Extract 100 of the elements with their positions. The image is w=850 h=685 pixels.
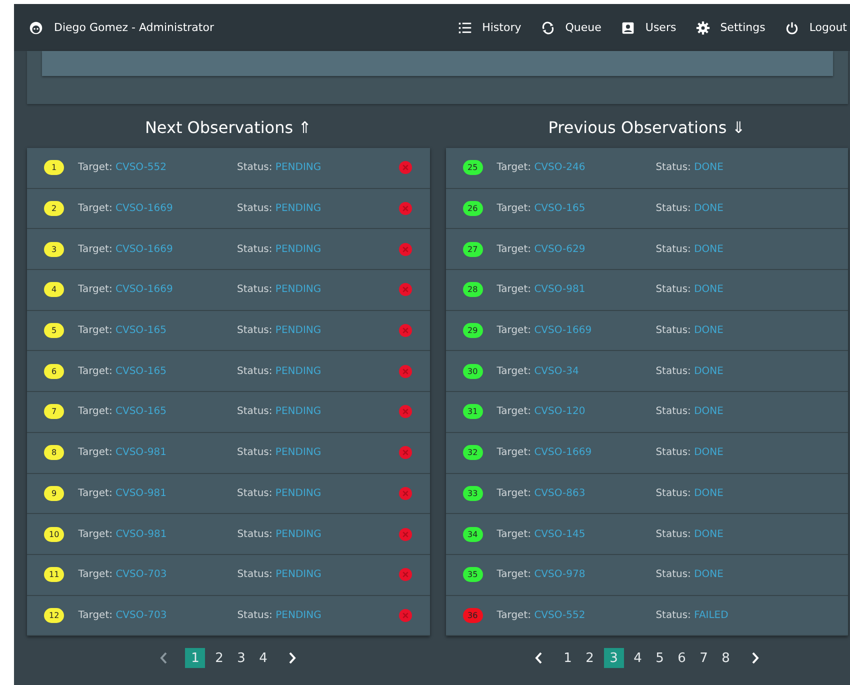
status-label: Status: (656, 244, 691, 255)
observation-row[interactable]: 33 Target: CVSO-863 Status: DONE (446, 474, 848, 514)
nav-link[interactable]: Users (621, 20, 676, 34)
observation-row[interactable]: 9 Target: CVSO-981 Status: PENDING (27, 474, 430, 514)
number-badge: 31 (462, 404, 483, 420)
number-badge: 10 (44, 526, 64, 542)
target-value: CVSO-981 (116, 488, 167, 499)
observation-row[interactable]: 7 Target: CVSO-165 Status: PENDING (27, 392, 430, 433)
observation-row[interactable]: 4 Target: CVSO-1669 Status: PENDING (27, 270, 430, 311)
status-value: DONE (694, 528, 724, 540)
observation-row[interactable]: 27 Target: CVSO-629 Status: DONE (446, 229, 848, 270)
cancel-icon[interactable] (398, 202, 412, 216)
cancel-icon[interactable] (398, 608, 412, 622)
nav-link[interactable]: History (458, 20, 522, 34)
nav-link[interactable]: Logout (785, 20, 847, 34)
target-label: Target: (78, 406, 112, 418)
target-label: Target: (78, 610, 112, 621)
observation-row[interactable]: 6 Target: CVSO-165 Status: PENDING (27, 351, 430, 392)
page-button[interactable]: 6 (674, 648, 690, 668)
target-label: Target: (78, 447, 112, 458)
target-label: Target: (496, 528, 531, 540)
number-badge: 8 (44, 445, 64, 460)
target-value: CVSO-246 (534, 162, 586, 174)
contact-icon (621, 20, 636, 34)
target-label: Target: (496, 488, 531, 499)
observation-row[interactable]: 2 Target: CVSO-1669 Status: PENDING (27, 188, 430, 230)
target-value: CVSO-703 (116, 610, 167, 621)
status-label: Status: (656, 325, 691, 336)
cancel-icon[interactable] (398, 283, 412, 296)
status-label: Status: (237, 406, 272, 418)
page-button[interactable]: 4 (255, 648, 272, 668)
cancel-icon[interactable] (398, 486, 412, 500)
number-badge: 35 (462, 567, 483, 582)
cancel-icon[interactable] (398, 446, 412, 460)
previous-page-icon[interactable] (534, 651, 544, 666)
observation-row[interactable]: 32 Target: CVSO-1669 Status: DONE (446, 432, 848, 474)
target-label: Target: (496, 569, 531, 580)
status-label: Status: (656, 488, 691, 499)
target-label: Target: (496, 284, 531, 296)
status-label: Status: (237, 366, 272, 377)
status-value: PENDING (275, 244, 322, 255)
status-value: PENDING (276, 610, 322, 621)
observation-row[interactable]: 11 Target: CVSO-703 Status: PENDING (27, 554, 430, 596)
number-badge: 25 (462, 160, 483, 176)
status-value: DONE (694, 366, 724, 377)
observation-row[interactable]: 10 Target: CVSO-981 Status: PENDING (27, 514, 430, 555)
observation-row[interactable]: 34 Target: CVSO-145 Status: DONE (446, 514, 848, 555)
status-label: Status: (237, 162, 272, 174)
page-button[interactable]: 1 (560, 648, 576, 668)
observation-row[interactable]: 28 Target: CVSO-981 Status: DONE (446, 270, 848, 311)
observation-row[interactable]: 36 Target: CVSO-552 Status: FAILED (446, 596, 848, 636)
page-button[interactable]: 7 (696, 648, 712, 668)
status-value: DONE (694, 244, 724, 255)
target-value: CVSO-552 (534, 610, 586, 621)
target-label: Target: (78, 488, 112, 499)
cancel-icon[interactable] (398, 161, 412, 174)
cancel-icon[interactable] (398, 405, 412, 418)
cancel-icon[interactable] (398, 568, 412, 582)
observation-row[interactable]: 35 Target: CVSO-978 Status: DONE (446, 554, 848, 596)
target-value: CVSO-1669 (116, 284, 173, 296)
page-button[interactable]: 4 (630, 648, 646, 668)
page-button[interactable]: 5 (652, 648, 668, 668)
observation-row[interactable]: 5 Target: CVSO-165 Status: PENDING (27, 310, 430, 352)
cancel-icon[interactable] (398, 242, 412, 256)
target-value: CVSO-552 (116, 162, 167, 174)
status-label: Status: (237, 610, 272, 621)
page-button[interactable]: 3 (233, 648, 250, 668)
status-value: PENDING (275, 366, 322, 377)
observation-row[interactable]: 29 Target: CVSO-1669 Status: DONE (446, 310, 848, 352)
observation-row[interactable]: 31 Target: CVSO-120 Status: DONE (446, 392, 848, 433)
observation-row[interactable]: 3 Target: CVSO-1669 Status: PENDING (27, 229, 430, 270)
next-page-icon[interactable] (750, 651, 760, 666)
list-icon (458, 20, 472, 34)
target-label: Target: (496, 406, 531, 418)
target-label: Target: (78, 528, 112, 540)
next-page-icon[interactable] (287, 651, 298, 666)
status-label: Status: (237, 447, 272, 458)
status-value: FAILED (694, 610, 728, 621)
cancel-icon[interactable] (398, 364, 412, 378)
target-value: CVSO-34 (534, 366, 579, 377)
cancel-icon[interactable] (398, 528, 412, 541)
cancel-icon[interactable] (398, 324, 412, 338)
status-label: Status: (237, 569, 272, 580)
observation-row[interactable]: 26 Target: CVSO-165 Status: DONE (446, 188, 848, 230)
target-value: CVSO-629 (534, 244, 586, 255)
page-button[interactable]: 2 (582, 648, 598, 668)
face-icon (29, 20, 43, 34)
nav-link[interactable]: Queue (541, 20, 602, 34)
observation-row[interactable]: 8 Target: CVSO-981 Status: PENDING (27, 432, 430, 474)
nav-link[interactable]: Settings (696, 20, 766, 34)
observation-row[interactable]: 12 Target: CVSO-703 Status: PENDING (27, 596, 430, 636)
target-label: Target: (496, 203, 531, 214)
target-value: CVSO-703 (116, 569, 167, 580)
observation-row[interactable]: 30 Target: CVSO-34 Status: DONE (446, 351, 848, 392)
target-label: Target: (78, 203, 112, 214)
observation-row[interactable]: 25 Target: CVSO-246 Status: DONE (446, 148, 848, 189)
status-value: PENDING (275, 406, 322, 418)
observation-row[interactable]: 1 Target: CVSO-552 Status: PENDING (27, 148, 430, 189)
page-button[interactable]: 8 (718, 648, 734, 668)
page-button[interactable]: 2 (211, 648, 228, 668)
